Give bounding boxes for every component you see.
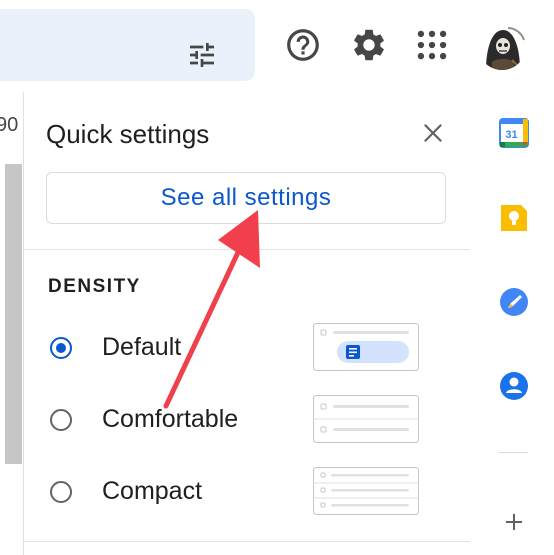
tune-icon[interactable]	[186, 39, 218, 71]
calendar-date: 31	[505, 129, 517, 141]
option-label: Comfortable	[102, 405, 239, 433]
see-all-settings-button[interactable]: See all settings	[46, 172, 446, 224]
divider	[24, 541, 470, 542]
radio-comfortable[interactable]	[50, 409, 72, 431]
close-icon[interactable]	[420, 120, 446, 146]
list-scrollbar[interactable]	[5, 164, 22, 464]
density-option-comfortable[interactable]: Comfortable	[50, 395, 450, 449]
calendar-icon[interactable]: 31	[499, 118, 529, 148]
add-icon[interactable]	[499, 507, 529, 537]
panel-title: Quick settings	[46, 119, 210, 149]
rail-divider	[498, 452, 528, 453]
density-option-compact[interactable]: Compact	[50, 467, 450, 521]
option-label: Default	[102, 333, 182, 361]
apps-grid-icon[interactable]	[413, 26, 451, 64]
density-default-preview-icon	[313, 323, 419, 371]
top-bar	[0, 0, 554, 92]
email-list-edge: 90	[0, 92, 22, 555]
search-bar[interactable]	[0, 9, 255, 81]
contacts-icon[interactable]	[499, 371, 529, 401]
radio-compact[interactable]	[50, 481, 72, 503]
option-label: Compact	[102, 477, 203, 505]
density-compact-preview-icon	[313, 467, 419, 515]
reaper-avatar-icon	[486, 27, 525, 70]
density-comfortable-preview-icon	[313, 395, 419, 443]
tasks-icon[interactable]	[499, 287, 529, 317]
help-icon[interactable]	[284, 26, 322, 64]
density-heading: DENSITY	[48, 276, 141, 297]
density-option-default[interactable]: Default	[50, 323, 450, 377]
gear-icon[interactable]	[350, 26, 388, 64]
account-avatar[interactable]	[478, 22, 526, 70]
quick-settings-panel: Quick settings See all settings DENSITY …	[23, 92, 473, 555]
partial-count: 90	[0, 114, 19, 136]
divider	[24, 249, 470, 250]
radio-default[interactable]	[50, 337, 72, 359]
side-panel-rail: 31	[472, 92, 554, 555]
keep-icon[interactable]	[499, 203, 529, 233]
